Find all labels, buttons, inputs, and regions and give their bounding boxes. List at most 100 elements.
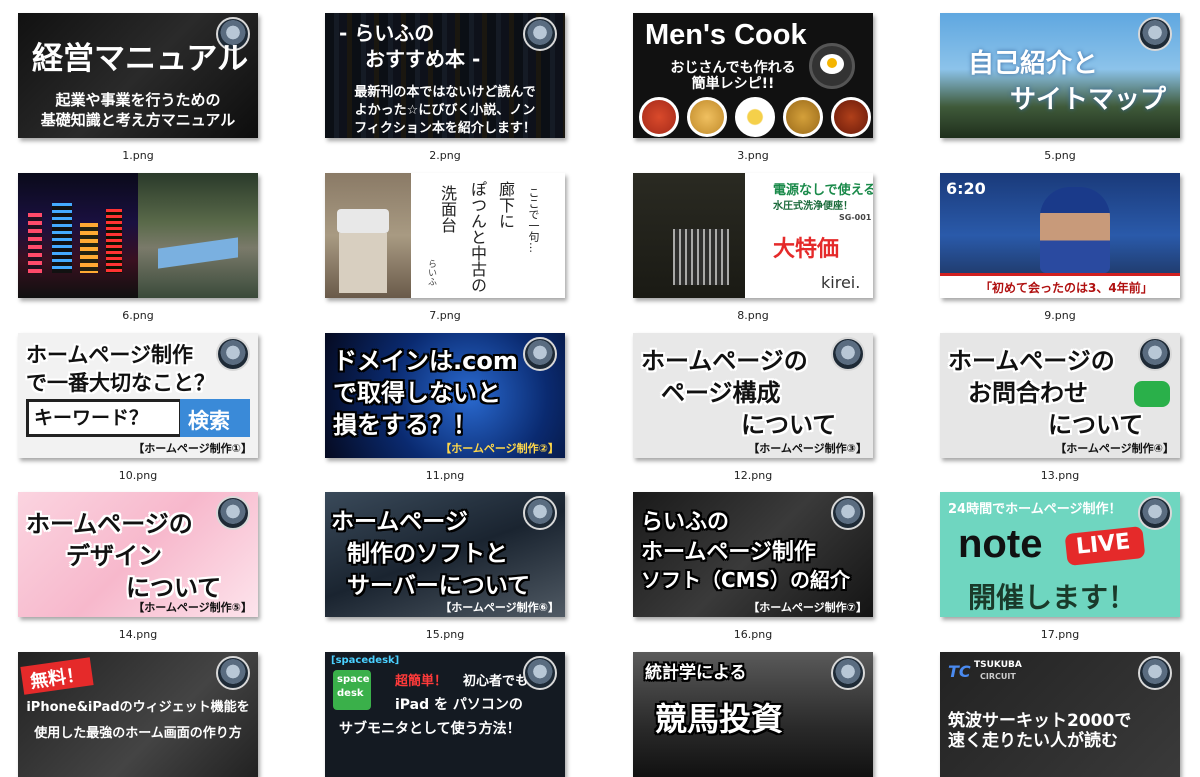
egg-dish-icon	[735, 97, 775, 137]
city-night-photo	[18, 173, 138, 298]
thumb-title: について	[126, 574, 222, 602]
site-logo-icon	[216, 656, 250, 690]
file-item[interactable]: ホームページの お問合わせ について 【ホームページ制作④】 13.png	[940, 333, 1180, 482]
haiku-text: 廊下に	[496, 181, 515, 229]
thumb-title: Men's Cook	[645, 19, 807, 51]
news-caption: 「初めて会ったのは3、4年前」	[980, 281, 1153, 295]
series-tag: 【ホームページ制作②】	[440, 442, 559, 455]
file-name-label[interactable]: 9.png	[940, 309, 1180, 322]
file-name-label[interactable]: 17.png	[940, 628, 1180, 641]
file-name-label[interactable]: 15.png	[325, 628, 565, 641]
thumb-title: ドメインは.com	[333, 347, 518, 375]
file-item[interactable]: Men's Cook おじさんでも作れる 簡単レシピ!! 3.png	[633, 13, 873, 162]
series-tag: 【ホームページ制作⑦】	[748, 601, 867, 614]
file-item[interactable]: 6:20 「初めて会ったのは3、4年前」 9.png	[940, 173, 1180, 322]
noodle-dish-icon	[687, 97, 727, 137]
file-name-label[interactable]: 6.png	[18, 309, 258, 322]
series-tag: 【ホームページ制作⑥】	[440, 601, 559, 614]
file-item[interactable]: - らいふの おすすめ本 - 最新刊の本ではないけど読んで よかった☆にびびく小…	[325, 13, 565, 162]
thumbnail-image[interactable]: Men's Cook おじさんでも作れる 簡単レシピ!!	[633, 13, 873, 138]
thumbnail-image[interactable]: ホームページの デザイン について 【ホームページ制作⑤】	[18, 492, 258, 617]
thumb-title: 統計学による	[645, 663, 747, 683]
thumbnail-image[interactable]: ここで一句… 廊下に ぽつんと中古の 洗面台 らいふ	[325, 173, 565, 298]
ad-headline: 電源なしで使える	[773, 183, 873, 198]
thumb-subtitle: フィクション本を紹介します！	[354, 121, 536, 136]
thumbnail-image[interactable]: 自己紹介と サイトマップ	[940, 13, 1180, 138]
news-person-photo	[1040, 187, 1110, 273]
washbasin-photo	[325, 173, 411, 298]
file-name-label[interactable]: 14.png	[18, 628, 258, 641]
thumbnail-image[interactable]: 統計学による 競馬投資	[633, 652, 873, 777]
file-name-label[interactable]: 5.png	[940, 149, 1180, 162]
thumb-title: について	[1048, 411, 1144, 439]
thumbnail-image[interactable]	[18, 173, 258, 298]
file-item[interactable]: ホームページの デザイン について 【ホームページ制作⑤】 14.png	[18, 492, 258, 641]
file-name-label[interactable]: 7.png	[325, 309, 565, 322]
thumb-subtitle: iPad を パソコンの	[395, 697, 523, 713]
file-name-label[interactable]: 16.png	[633, 628, 873, 641]
site-logo-icon	[523, 496, 557, 530]
file-item[interactable]: ホームページの ページ構成 について 【ホームページ制作③】 12.png	[633, 333, 873, 482]
thumbnail-image[interactable]: ホームページの お問合わせ について 【ホームページ制作④】	[940, 333, 1180, 458]
file-item[interactable]: ホームページ制作 で一番大切なこと？ キーワード？ 検索 【ホームページ制作①】…	[18, 333, 258, 482]
file-item[interactable]: [spacedesk] space desk 超簡単！ 初心者でも iPad を…	[325, 652, 565, 777]
series-tag: 【ホームページ制作④】	[1055, 442, 1174, 455]
thumbnail-image[interactable]: ホームページ制作 で一番大切なこと？ キーワード？ 検索 【ホームページ制作①】	[18, 333, 258, 458]
thumbnail-image[interactable]: [spacedesk] space desk 超簡単！ 初心者でも iPad を…	[325, 652, 565, 777]
file-item[interactable]: 経営マニュアル 起業や事業を行うための 基礎知識と考え方マニュアル 1.png	[18, 13, 258, 162]
thumb-title: ホームページ	[331, 509, 468, 535]
keyword-label: キーワード？	[34, 407, 149, 429]
thumb-subtitle: 使用した最強のホーム画面の作り方	[34, 726, 242, 741]
thumbnail-image[interactable]: 電源なしで使える 水圧式洗浄便座！ SG-001 大特価 kirei.	[633, 173, 873, 298]
thumbnail-image[interactable]: 6:20 「初めて会ったのは3、4年前」	[940, 173, 1180, 298]
file-item[interactable]: TC TSUKUBA CIRCUIT 筑波サーキット2000で 速く走りたい人が…	[940, 652, 1180, 777]
thumb-title: ホームページ制作	[26, 343, 193, 367]
file-item[interactable]: ここで一句… 廊下に ぽつんと中古の 洗面台 らいふ 7.png	[325, 173, 565, 322]
thumb-title: で一番大切なこと？	[26, 371, 215, 395]
site-logo-icon	[523, 656, 557, 690]
thumbnail-image[interactable]: ホームページの ページ構成 について 【ホームページ制作③】	[633, 333, 873, 458]
thumbnail-image[interactable]: - らいふの おすすめ本 - 最新刊の本ではないけど読んで よかった☆にびびく小…	[325, 13, 565, 138]
file-name-label[interactable]: 12.png	[633, 469, 873, 482]
file-item[interactable]: らいふの ホームページ制作 ソフト（CMS）の紹介 【ホームページ制作⑦】 16…	[633, 492, 873, 641]
file-name-label[interactable]: 3.png	[633, 149, 873, 162]
thumb-subtitle: 起業や事業を行うための	[55, 91, 221, 109]
balcony-photo	[633, 173, 745, 298]
thumbnail-image[interactable]: ホームページ 制作のソフトと サーバーについて 【ホームページ制作⑥】	[325, 492, 565, 617]
site-logo-icon	[1138, 656, 1172, 690]
series-tag: 【ホームページ制作⑤】	[133, 601, 252, 614]
file-item[interactable]: 24時間でホームページ制作！ note LIVE 開催します！ 17.png	[940, 492, 1180, 641]
file-item[interactable]: 6.png	[18, 173, 258, 322]
thumbnail-image[interactable]: 無料！ iPhone&iPadのウィジェット機能を 使用した最強のホーム画面の作…	[18, 652, 258, 777]
thumbnail-image[interactable]: らいふの ホームページ制作 ソフト（CMS）の紹介 【ホームページ制作⑦】	[633, 492, 873, 617]
thumb-title: ページ構成	[661, 379, 781, 407]
thumb-subtitle: 簡単レシピ!!	[691, 76, 775, 92]
thumbnail-image[interactable]: 経営マニュアル 起業や事業を行うための 基礎知識と考え方マニュアル	[18, 13, 258, 138]
file-name-label[interactable]: 8.png	[633, 309, 873, 322]
thumb-subtitle: サブモニタとして使う方法！	[339, 721, 521, 737]
file-name-label[interactable]: 11.png	[325, 469, 565, 482]
file-item[interactable]: 無料！ iPhone&iPadのウィジェット機能を 使用した最強のホーム画面の作…	[18, 652, 258, 777]
file-item[interactable]: 統計学による 競馬投資	[633, 652, 873, 777]
thumbnail-image[interactable]: 24時間でホームページ制作！ note LIVE 開催します！	[940, 492, 1180, 617]
file-item[interactable]: ホームページ 制作のソフトと サーバーについて 【ホームページ制作⑥】 15.p…	[325, 492, 565, 641]
thumb-subtitle: iPhone&iPadのウィジェット機能を	[26, 700, 250, 715]
thumbnail-image[interactable]: TC TSUKUBA CIRCUIT 筑波サーキット2000で 速く走りたい人が…	[940, 652, 1180, 777]
file-item[interactable]: ドメインは.com で取得しないと 損をする？！ 【ホームページ制作②】 11.…	[325, 333, 565, 482]
thumb-title: らいふの	[641, 510, 730, 535]
thumb-subtitle: 最新刊の本ではないけど読んで	[354, 85, 536, 100]
file-item[interactable]: 電源なしで使える 水圧式洗浄便座！ SG-001 大特価 kirei. 8.pn…	[633, 173, 873, 322]
file-name-label[interactable]: 1.png	[18, 149, 258, 162]
thumbnail-image[interactable]: ドメインは.com で取得しないと 損をする？！ 【ホームページ制作②】	[325, 333, 565, 458]
brand-logo: kirei.	[821, 273, 861, 292]
haiku-text: ここで一句…	[527, 187, 540, 253]
thumb-subtitle: 初心者でも	[463, 674, 529, 689]
file-name-label[interactable]: 13.png	[940, 469, 1180, 482]
file-item[interactable]: 自己紹介と サイトマップ 5.png	[940, 13, 1180, 162]
file-name-label[interactable]: 10.png	[18, 469, 258, 482]
site-logo-icon	[831, 496, 865, 530]
file-name-label[interactable]: 2.png	[325, 149, 565, 162]
karaage-dish-icon	[831, 97, 871, 137]
thumb-title: サイトマップ	[1010, 85, 1167, 115]
pasta-dish-icon	[639, 97, 679, 137]
